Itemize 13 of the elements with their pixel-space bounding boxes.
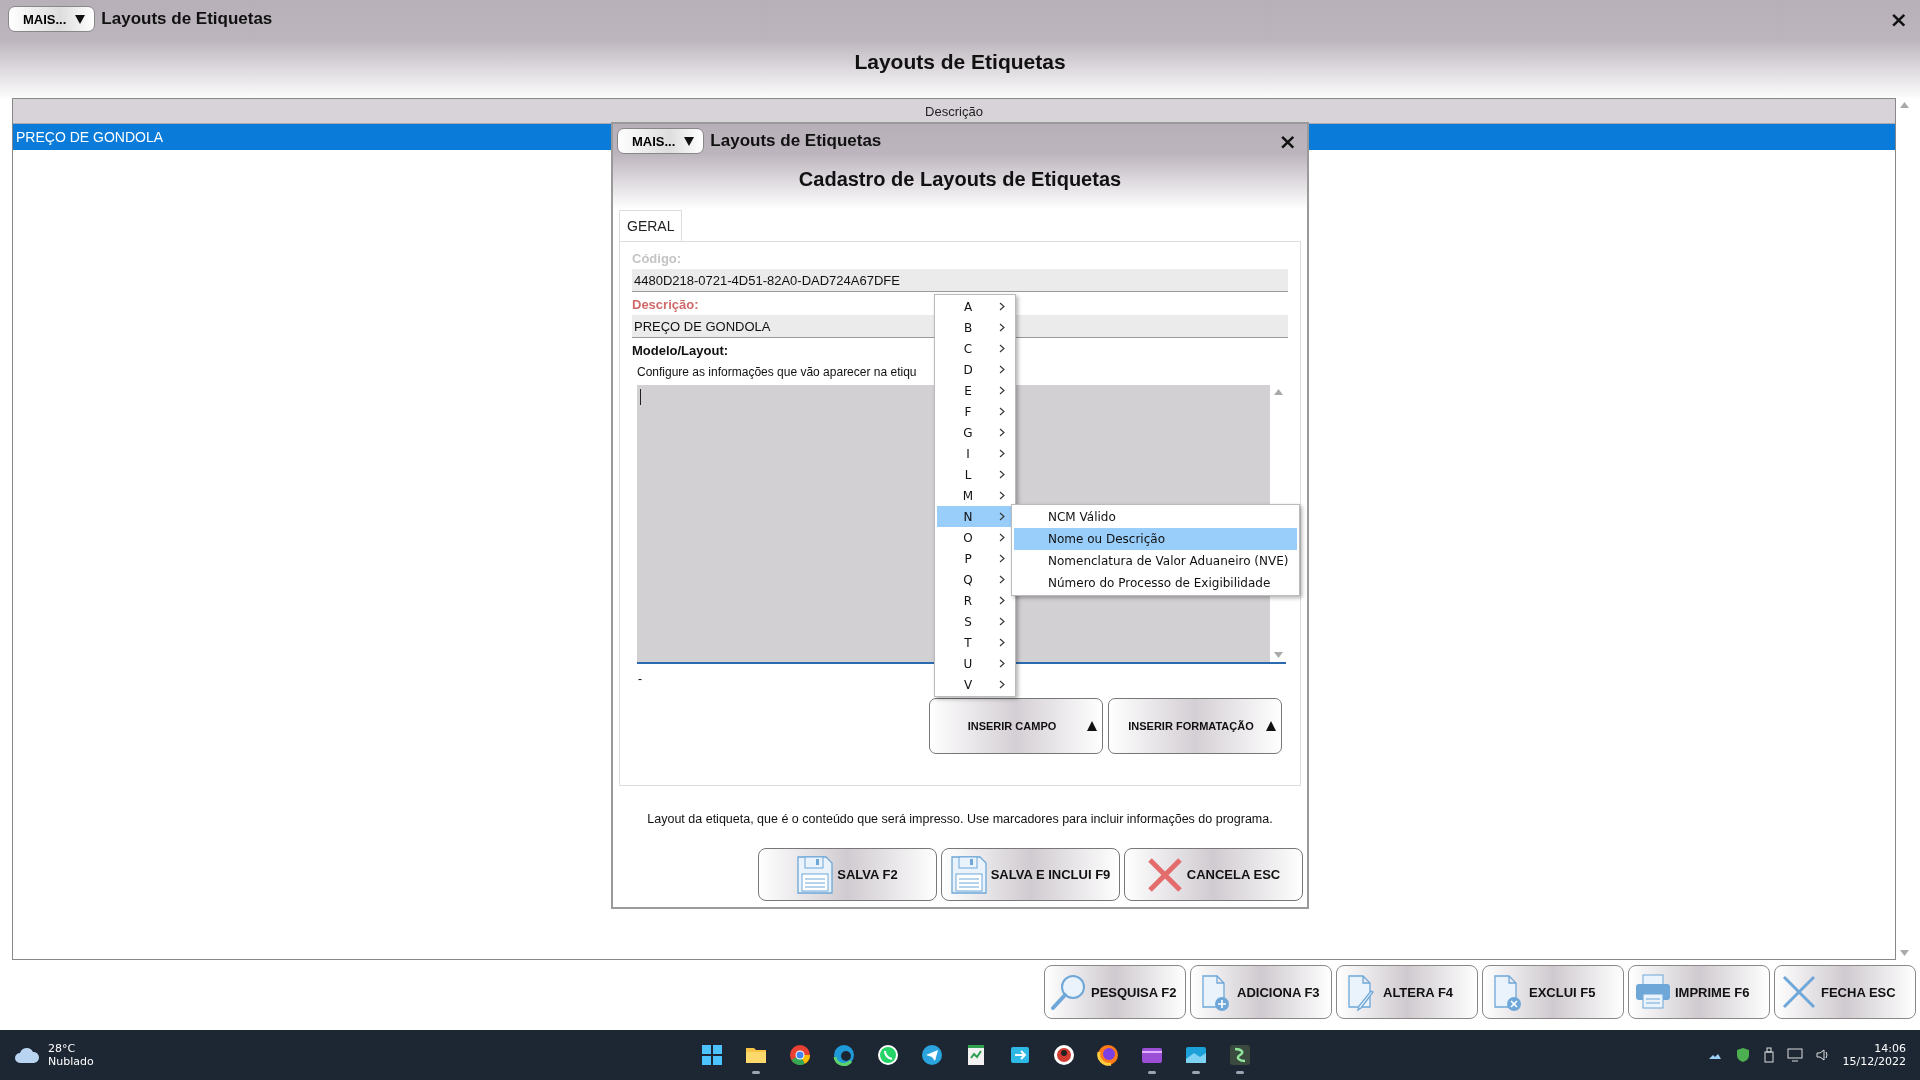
field-label: Descrição: [632,297,699,313]
page-heading: Layouts de Etiquetas [853,50,1067,74]
field-label: Código: [632,251,682,267]
hint-text: Configure as informações que vão aparecer na etiqu [637,365,917,379]
temperature-text: 28°C [48,1042,77,1055]
table-cell: PREÇO DE GONDOLA [16,129,164,145]
dialog-title: Layouts de Etiquetas [710,131,882,151]
field-label: Modelo/Layout: [632,343,729,359]
status-text: - [638,672,643,686]
help-text: Layout da etiqueta, que é o conteúdo que será impresso. Use marcadores para incluir informações do programa. [646,812,1274,826]
dialog-heading: Cadastro de Layouts de Etiquetas [797,168,1123,191]
weather-text: Nublado [48,1055,94,1068]
window-title: Layouts de Etiquetas [101,9,273,29]
